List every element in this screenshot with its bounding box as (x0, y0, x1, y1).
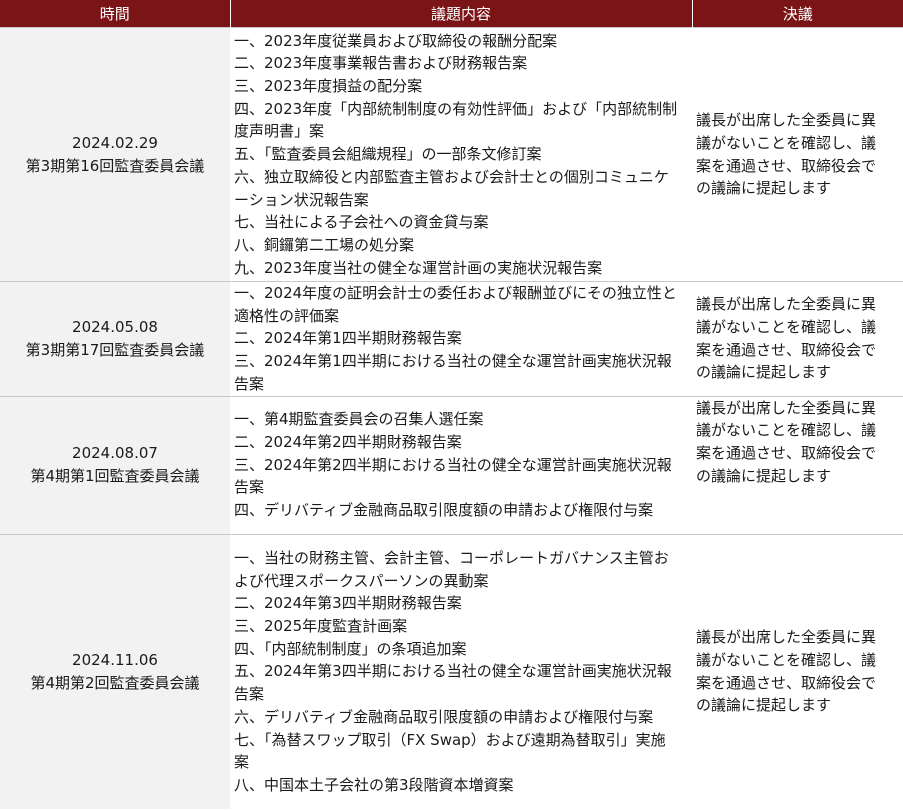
agenda-item: 五、「監査委員会組織規程」の一部条文修訂案 (234, 145, 542, 164)
agenda-item: 二、2024年第3四半期財務報告案 (234, 594, 462, 613)
meeting-date: 2024.05.08 (72, 317, 158, 336)
agenda-item: 三、2024年第1四半期における当社の健全な運営計画実施状況報告案 (234, 352, 672, 393)
meeting-date: 2024.08.07 (72, 444, 158, 463)
time-cell: 2024.08.07 第4期第1回監査委員会議 (0, 395, 230, 535)
agenda-item: 三、2025年度監査計画案 (234, 617, 408, 635)
agenda-item: 八、中国本土子会社の第3段階資本増資案 (234, 775, 514, 794)
agenda-cell: 一、第4期監査委員会の召集人選任案 二、2024年第2四半期財務報告案 三、20… (230, 395, 692, 535)
meeting-date: 2024.11.06 (72, 650, 158, 669)
table-row: 2024.02.29 第3期第16回監査委員会議 一、2023年度従業員および取… (0, 27, 903, 282)
agenda-item: 二、2024年第2四半期財務報告案 (234, 432, 462, 451)
agenda-item: 六、デリバティブ金融商品取引限度額の申請および権限付与案 (234, 707, 654, 726)
agenda-item: 九、2023年度当社の健全な運営計画の実施状況報告案 (234, 258, 603, 277)
agenda-item: 一、第4期監査委員会の召集人選任案 (234, 410, 484, 429)
agenda-item: 四、デリバティブ金融商品取引限度額の申請および権限付与案 (234, 501, 654, 520)
resolution-cell: 議長が出席した全委員に異議がないことを確認し、議案を通過させ、取締役会での議論に… (692, 27, 903, 282)
header-resolution: 決議 (692, 0, 903, 28)
agenda-cell: 一、当社の財務主管、会計主管、コーポレートガバナンス主管および代理スポークスパー… (230, 533, 692, 810)
meeting-name: 第3期第16回監査委員会議 (25, 156, 205, 175)
agenda-item: 一、2024年度の証明会計士の委任および報酬並びにその独立性と適格性の評価案 (234, 284, 677, 325)
table-row: 2024.05.08 第3期第17回監査委員会議 一、2024年度の証明会計士の… (0, 281, 903, 397)
agenda-item: 二、2024年第1四半期財務報告案 (234, 329, 462, 348)
agenda-item: 四、2023年度「内部統制制度の有効性評価」および「内部統制制度声明書」案 (234, 99, 678, 141)
table-row: 2024.11.06 第4期第2回監査委員会議 一、当社の財務主管、会計主管、コ… (0, 533, 903, 810)
agenda-item: 三、2023年度損益の配分案 (234, 77, 423, 96)
meeting-date: 2024.02.29 (72, 133, 158, 152)
agenda-item: 六、独立取締役と内部監査主管および会計士との個別コミュニケーション状況報告案 (234, 167, 669, 209)
agenda-item: 三、2024年第2四半期における当社の健全な運営計画実施状況報告案 (234, 455, 672, 497)
agenda-item: 八、銅鑼第二工場の処分案 (234, 235, 415, 254)
time-cell: 2024.05.08 第3期第17回監査委員会議 (0, 281, 230, 397)
agenda-item: 五、2024年第3四半期における当社の健全な運営計画実施状況報告案 (234, 662, 672, 704)
agenda-item: 二、2023年度事業報告書および財務報告案 (234, 54, 528, 73)
resolution-cell: 議長が出席した全委員に異議がないことを確認し、議案を通過させ、取締役会での議論に… (692, 395, 903, 535)
resolution-cell: 議長が出席した全委員に異議がないことを確認し、議案を通過させ、取締役会での議論に… (692, 281, 903, 397)
meetings-table: 時間 議題内容 決議 2024.02.29 第3期第16回監査委員会議 一、20… (0, 0, 903, 810)
meeting-name: 第4期第1回監査委員会議 (30, 467, 200, 486)
agenda-cell: 一、2024年度の証明会計士の委任および報酬並びにその独立性と適格性の評価案 二… (230, 281, 692, 397)
agenda-cell: 一、2023年度従業員および取締役の報酬分配案 二、2023年度事業報告書および… (230, 27, 692, 282)
header-agenda: 議題内容 (230, 0, 693, 28)
agenda-item: 四、「内部統制制度」の条項追加案 (234, 639, 467, 658)
time-cell: 2024.11.06 第4期第2回監査委員会議 (0, 533, 230, 810)
table-header-row: 時間 議題内容 決議 (0, 0, 903, 28)
agenda-item: 七、「為替スワップ取引（FX Swap）および遠期為替取引」実施案 (234, 730, 666, 772)
resolution-cell: 議長が出席した全委員に異議がないことを確認し、議案を通過させ、取締役会での議論に… (692, 533, 903, 810)
agenda-item: 一、2023年度従業員および取締役の報酬分配案 (234, 31, 558, 50)
time-cell: 2024.02.29 第3期第16回監査委員会議 (0, 27, 230, 282)
agenda-item: 一、当社の財務主管、会計主管、コーポレートガバナンス主管および代理スポークスパー… (234, 548, 669, 590)
meeting-name: 第4期第2回監査委員会議 (30, 673, 200, 692)
agenda-item: 七、当社による子会社への資金貸与案 (234, 213, 489, 232)
meeting-name: 第3期第17回監査委員会議 (25, 340, 205, 359)
table-row: 2024.08.07 第4期第1回監査委員会議 一、第4期監査委員会の召集人選任… (0, 395, 903, 535)
header-time: 時間 (0, 0, 231, 28)
